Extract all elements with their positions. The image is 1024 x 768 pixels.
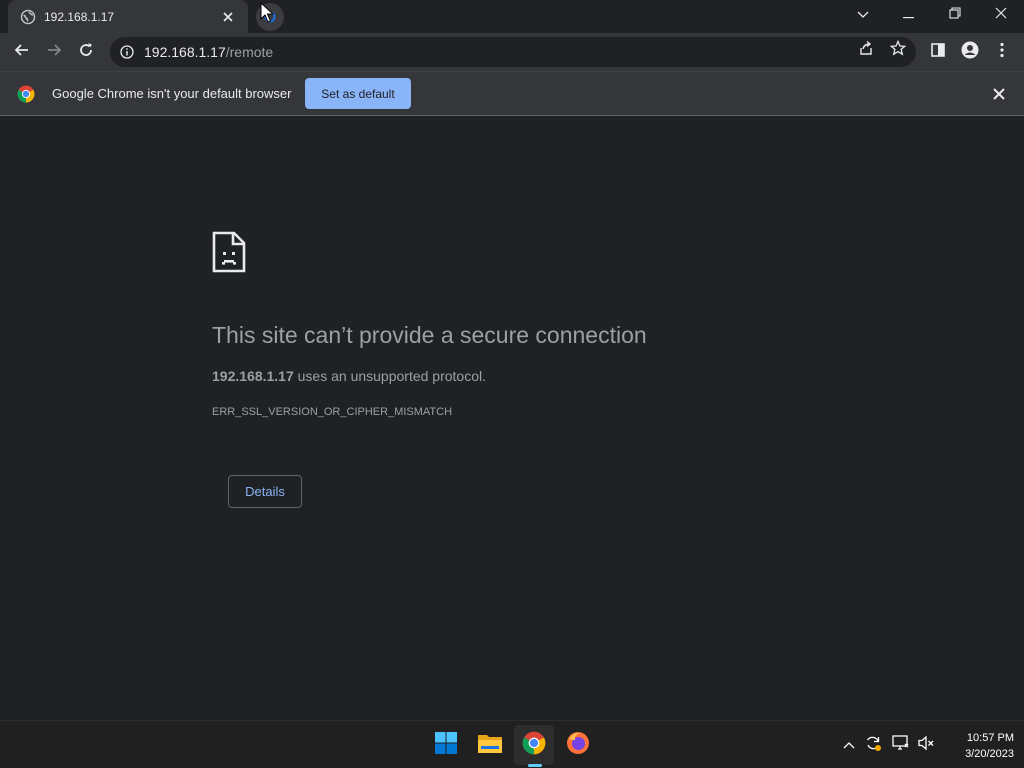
menu-button[interactable] (988, 38, 1016, 66)
taskbar: 10:57 PM 3/20/2023 (0, 720, 1024, 768)
arrow-left-icon (14, 42, 30, 63)
chevron-up-icon (843, 736, 855, 754)
star-icon (889, 39, 907, 61)
arrow-right-icon (46, 42, 62, 63)
volume-tray-button[interactable] (914, 733, 938, 757)
network-tray-button[interactable] (888, 733, 912, 757)
start-icon (434, 731, 458, 760)
sync-tray-button[interactable] (861, 733, 885, 757)
mouse-cursor-icon (260, 2, 275, 23)
tab-title: 192.168.1.17 (44, 9, 115, 24)
share-button[interactable] (856, 40, 876, 60)
forward-button[interactable] (40, 38, 68, 66)
close-window-button[interactable] (978, 0, 1024, 30)
sync-icon (864, 734, 882, 757)
details-button[interactable]: Details (228, 475, 302, 508)
chrome-logo-icon (17, 85, 35, 103)
browser-tab[interactable]: 192.168.1.17 (8, 0, 248, 33)
chrome-icon (522, 731, 546, 760)
firefox-taskbar-button[interactable] (558, 725, 598, 765)
tab-search-button[interactable] (840, 0, 886, 30)
error-code: ERR_SSL_VERSION_OR_CIPHER_MISMATCH (212, 406, 453, 418)
firefox-icon (566, 731, 590, 760)
reload-button[interactable] (72, 38, 100, 66)
sad-file-icon (212, 231, 246, 273)
back-button[interactable] (8, 38, 36, 66)
active-app-indicator (528, 764, 542, 767)
minimize-icon (903, 6, 915, 24)
error-message-text: uses an unsupported protocol. (293, 368, 486, 384)
url-host: 192.168.1.17 (144, 44, 226, 60)
close-icon (995, 6, 1007, 24)
reload-icon (78, 42, 94, 63)
infobar-message: Google Chrome isn't your default browser (52, 86, 292, 101)
more-vert-icon (1000, 42, 1004, 63)
url-text: 192.168.1.17/remote (144, 44, 273, 60)
browser-toolbar: 192.168.1.17/remote (0, 33, 1024, 71)
clock-date: 3/20/2023 (965, 748, 1014, 760)
address-bar[interactable]: 192.168.1.17/remote (110, 37, 916, 67)
tab-close-icon[interactable] (220, 9, 236, 25)
clock-time: 10:57 PM (966, 732, 1014, 744)
tab-strip: 192.168.1.17 (0, 0, 1024, 33)
system-clock[interactable]: 10:57 PM 3/20/2023 (944, 730, 1014, 762)
avatar-icon (961, 41, 979, 64)
globe-icon (20, 9, 36, 25)
minimize-button[interactable] (886, 0, 932, 30)
show-hidden-icons-button[interactable] (837, 733, 861, 757)
file-explorer-button[interactable] (470, 725, 510, 765)
chevron-down-icon (857, 6, 869, 24)
volume-muted-icon (917, 735, 935, 756)
default-browser-infobar: Google Chrome isn't your default browser… (0, 71, 1024, 116)
share-icon (858, 40, 874, 61)
error-message: 192.168.1.17 uses an unsupported protoco… (212, 368, 486, 384)
file-explorer-icon (477, 732, 503, 759)
url-path: /remote (225, 44, 274, 60)
bookmark-button[interactable] (888, 39, 908, 61)
error-heading: This site can’t provide a secure connect… (212, 322, 647, 348)
start-button[interactable] (426, 725, 466, 765)
side-panel-button[interactable] (924, 38, 952, 66)
error-host: 192.168.1.17 (212, 368, 294, 384)
info-icon[interactable] (120, 45, 134, 59)
network-icon (891, 734, 909, 756)
set-as-default-button[interactable]: Set as default (305, 78, 411, 109)
chrome-taskbar-button[interactable] (514, 725, 554, 765)
infobar-close-icon[interactable] (990, 85, 1008, 103)
side-panel-icon (931, 42, 945, 62)
profile-button[interactable] (956, 38, 984, 66)
error-page: This site can’t provide a secure connect… (0, 116, 1024, 720)
restore-icon (949, 6, 961, 24)
restore-button[interactable] (932, 0, 978, 30)
